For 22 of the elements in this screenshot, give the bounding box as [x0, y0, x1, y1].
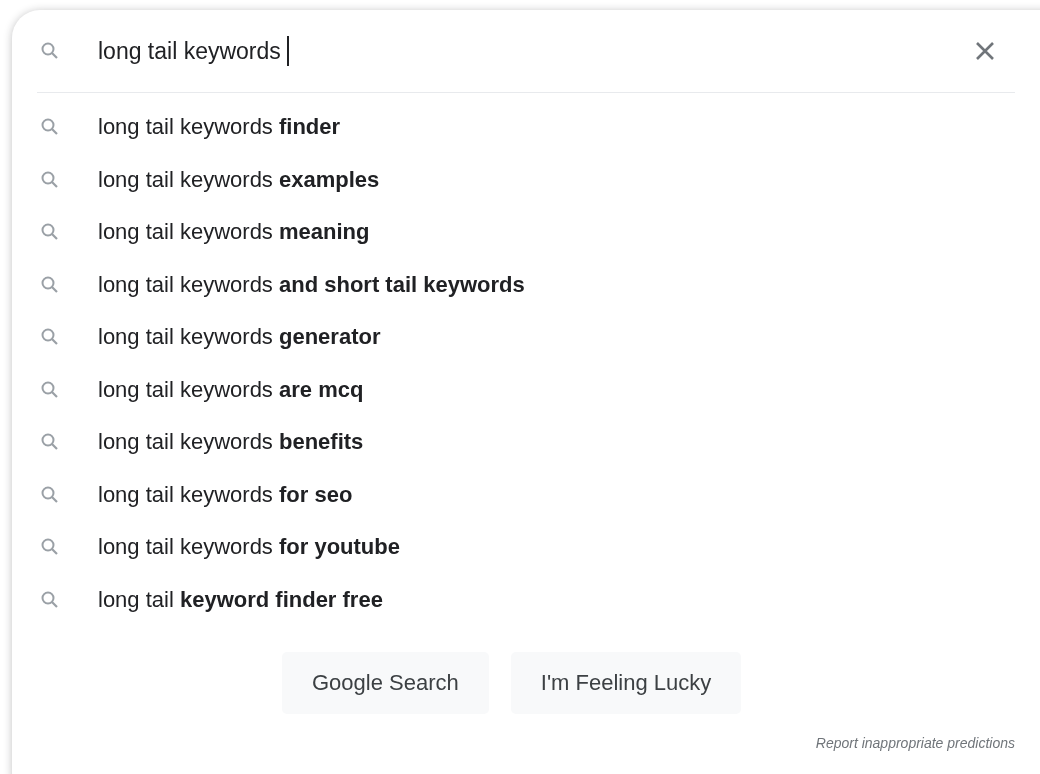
search-icon: [40, 274, 60, 295]
suggestion-item[interactable]: long tail keywords for youtube: [12, 521, 712, 574]
search-button[interactable]: Google Search: [282, 652, 489, 714]
suggestion-item[interactable]: long tail keywords for seo: [12, 468, 712, 521]
search-icon: [40, 484, 60, 505]
close-icon[interactable]: [974, 40, 996, 62]
suggestion-item[interactable]: long tail keywords benefits: [12, 416, 712, 469]
search-icon: [40, 589, 60, 610]
search-button[interactable]: I'm Feeling Lucky: [510, 652, 742, 714]
report-link[interactable]: Report inappropriate predictions: [815, 735, 1015, 751]
search-icon: [40, 41, 60, 61]
text-cursor: [286, 36, 289, 66]
search-field[interactable]: long tail keywords: [98, 36, 958, 66]
suggestion-item[interactable]: long tail keyword finder free: [12, 573, 712, 626]
search-icon: [40, 169, 60, 190]
suggestion-item[interactable]: long tail keywords are mcq: [12, 363, 712, 416]
suggestion-item[interactable]: long tail keywords and short tail keywords: [12, 258, 712, 311]
suggestion-item[interactable]: long tail keywords generator: [12, 311, 712, 364]
suggestion-item[interactable]: long tail keywords meaning: [12, 206, 712, 259]
suggestion-item[interactable]: long tail keywords finder: [12, 101, 712, 154]
search-icon: [40, 379, 60, 400]
suggestion-item[interactable]: long tail keywords examples: [12, 153, 712, 206]
